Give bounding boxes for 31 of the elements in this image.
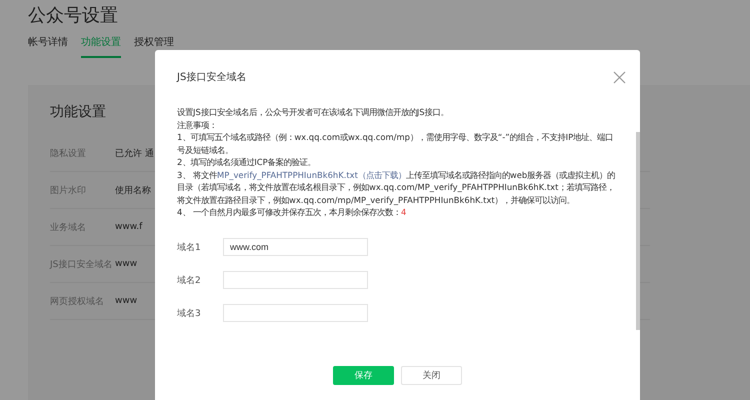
setting-value: www.f xyxy=(115,222,142,232)
setting-value: www xyxy=(115,296,138,306)
note-text: 2、填写的域名须通过ICP备案的验证。 xyxy=(177,156,317,168)
setting-value: 已允许 通 xyxy=(115,148,154,160)
setting-value: www xyxy=(115,259,138,269)
close-icon[interactable] xyxy=(613,70,626,84)
remaining-count: 4 xyxy=(401,207,406,217)
close-button[interactable]: 关闭 xyxy=(401,366,462,385)
tab[interactable]: 帐号详情 xyxy=(28,35,68,58)
domain-input[interactable] xyxy=(223,304,368,322)
field-label: 域名1 xyxy=(177,242,202,254)
scrollbar[interactable] xyxy=(636,132,640,330)
note-text: 4、 一个自然月内最多可修改并保存五次，本月剩余保存次数：4 xyxy=(177,206,408,218)
domain-input[interactable]: www.com xyxy=(223,238,368,256)
download-link[interactable]: MP_verify_PFAHTPPHIunBk6hK.txt（点击下载） xyxy=(217,170,406,180)
setting-label: 网页授权域名 xyxy=(50,296,105,308)
intro-text: 设置JS接口安全域名后，公众号开发者可在该域名下调用微信开放的JS接口。 xyxy=(177,106,450,118)
setting-value: 使用名称 xyxy=(115,184,151,196)
field-label: 域名3 xyxy=(177,308,202,320)
dialog-title: JS接口安全域名 xyxy=(177,70,246,84)
setting-label: 图片水印 xyxy=(50,184,87,196)
page-title: 公众号设置 xyxy=(28,4,119,28)
domain-input[interactable] xyxy=(223,271,368,289)
notes-heading: 注意事项： xyxy=(177,118,218,131)
card-title: 功能设置 xyxy=(50,103,106,121)
note-text: 3、 将文件MP_verify_PFAHTPPHIunBk6hK.txt（点击下载）上传至填写域名或路径指向的web服务器（或虚拟主机）的目录（若填写域名，将文件放置在域名根目录下，例如wx.qq.com/MP_verify_PFAHTPPHIunBk6hK.txt；若填写路径，将文件放置在路径目录下，例如wx.qq.com/mp/MP_verify_PFAHTPPHIunBk6hK.txt），并确保可以访问。 xyxy=(177,168,616,206)
setting-label: JS接口安全域名 xyxy=(50,258,114,270)
setting-label: 业务域名 xyxy=(50,222,87,234)
note-text: 1、可填写五个域名或路径（例：wx.qq.com或wx.qq.com/mp），需使用字母、数字及“-”的组合，不支持IP地址、端口号及短链域名。 xyxy=(177,131,614,156)
field-label: 域名2 xyxy=(177,274,202,286)
setting-label: 隐私设置 xyxy=(50,148,87,160)
